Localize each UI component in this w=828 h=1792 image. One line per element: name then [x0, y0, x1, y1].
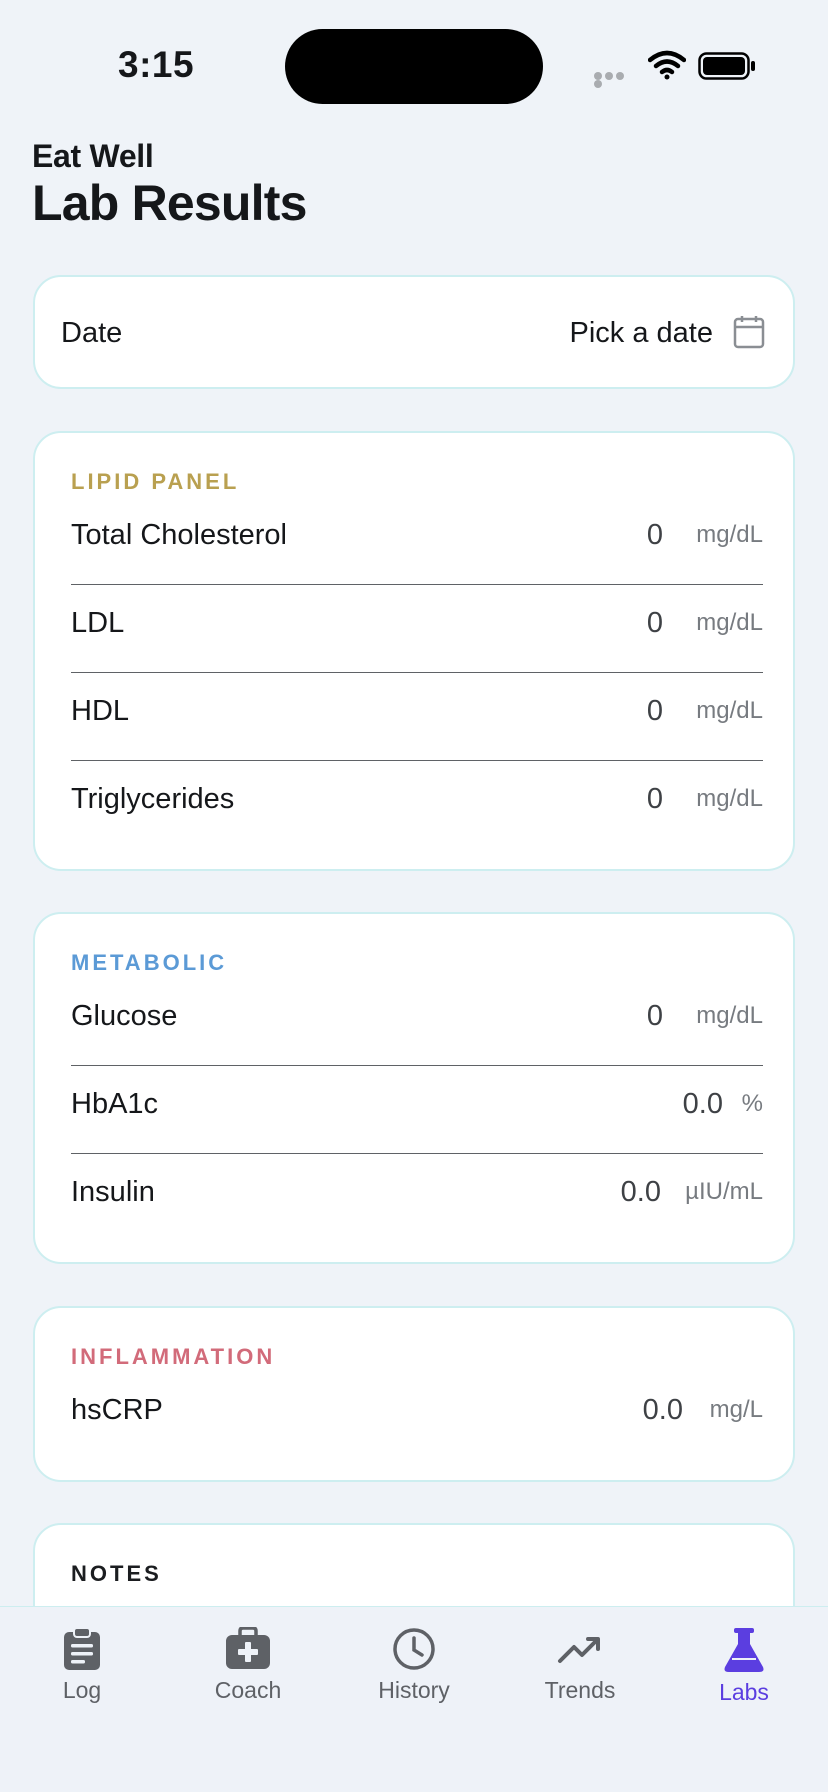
row-unit: mg/L: [709, 1396, 763, 1423]
date-picker-value[interactable]: Pick a date: [570, 317, 713, 350]
status-bar: 3:15: [0, 0, 828, 130]
clock-icon: [393, 1628, 435, 1670]
lab-row-ldl[interactable]: LDL 0 mg/dL: [71, 585, 763, 673]
cellular-signal-icon: [594, 72, 636, 88]
row-label: HDL: [71, 695, 130, 727]
metabolic-card: METABOLIC Glucose 0 mg/dL HbA1c 0.0 % In…: [33, 912, 795, 1264]
row-unit: mg/dL: [696, 785, 763, 812]
tab-log[interactable]: Log: [22, 1627, 142, 1717]
lab-row-glucose[interactable]: Glucose 0 mg/dL: [71, 978, 763, 1066]
flask-icon: [724, 1628, 764, 1672]
clipboard-icon: [64, 1627, 100, 1670]
tab-label: Trends: [544, 1677, 616, 1703]
tab-label: Labs: [719, 1679, 769, 1705]
tab-label: Coach: [214, 1677, 282, 1703]
hdl-input[interactable]: 0: [647, 695, 663, 728]
lab-row-hscrp[interactable]: hsCRP 0.0 mg/L: [71, 1372, 763, 1460]
row-unit: µIU/mL: [685, 1178, 763, 1205]
inflammation-title: INFLAMMATION: [71, 1344, 276, 1369]
row-unit: mg/dL: [696, 697, 763, 724]
app-name: Eat Well: [32, 138, 154, 174]
tab-trends[interactable]: Trends: [520, 1627, 640, 1717]
hscrp-input[interactable]: 0.0: [643, 1394, 683, 1427]
date-picker-card[interactable]: Date Pick a date: [33, 275, 795, 389]
trend-up-icon: [558, 1637, 600, 1663]
wifi-icon: [648, 50, 686, 80]
lab-row-hba1c[interactable]: HbA1c 0.0 %: [71, 1066, 763, 1154]
tab-bar: Log Coach History Trends Labs: [0, 1606, 828, 1792]
dynamic-island: [285, 29, 543, 104]
tab-coach[interactable]: Coach: [188, 1627, 308, 1717]
row-label: Total Cholesterol: [71, 519, 287, 551]
inflammation-card: INFLAMMATION hsCRP 0.0 mg/L: [33, 1306, 795, 1482]
tab-history[interactable]: History: [354, 1627, 474, 1717]
metabolic-title: METABOLIC: [71, 950, 228, 975]
tab-label: History: [378, 1677, 450, 1703]
triglycerides-input[interactable]: 0: [647, 783, 663, 816]
calendar-icon[interactable]: [733, 315, 765, 349]
insulin-input[interactable]: 0.0: [621, 1176, 661, 1209]
notes-title: NOTES: [71, 1561, 162, 1586]
lab-row-total-cholesterol[interactable]: Total Cholesterol 0 mg/dL: [71, 497, 763, 585]
tab-label: Log: [62, 1677, 102, 1703]
battery-icon: [698, 52, 755, 80]
row-label: Insulin: [71, 1176, 155, 1208]
lab-row-hdl[interactable]: HDL 0 mg/dL: [71, 673, 763, 761]
page-title: Lab Results: [32, 175, 307, 231]
date-label: Date: [61, 317, 123, 349]
tab-labs[interactable]: Labs: [684, 1627, 804, 1717]
row-label: Triglycerides: [71, 783, 235, 815]
row-unit: %: [741, 1090, 763, 1117]
row-unit: mg/dL: [696, 1002, 763, 1029]
status-time: 3:15: [118, 44, 195, 85]
row-label: HbA1c: [71, 1088, 159, 1120]
medkit-icon: [226, 1627, 270, 1669]
row-label: Glucose: [71, 1000, 178, 1032]
ldl-input[interactable]: 0: [647, 607, 663, 640]
lipid-panel-title: LIPID PANEL: [71, 469, 240, 494]
row-label: hsCRP: [71, 1394, 163, 1426]
hba1c-input[interactable]: 0.0: [683, 1088, 723, 1121]
lab-row-triglycerides[interactable]: Triglycerides 0 mg/dL: [71, 761, 763, 849]
row-unit: mg/dL: [696, 521, 763, 548]
glucose-input[interactable]: 0: [647, 1000, 663, 1033]
total-cholesterol-input[interactable]: 0: [647, 519, 663, 552]
lipid-panel-card: LIPID PANEL Total Cholesterol 0 mg/dL LD…: [33, 431, 795, 871]
row-unit: mg/dL: [696, 609, 763, 636]
lab-row-insulin[interactable]: Insulin 0.0 µIU/mL: [71, 1154, 763, 1242]
row-label: LDL: [71, 607, 125, 639]
